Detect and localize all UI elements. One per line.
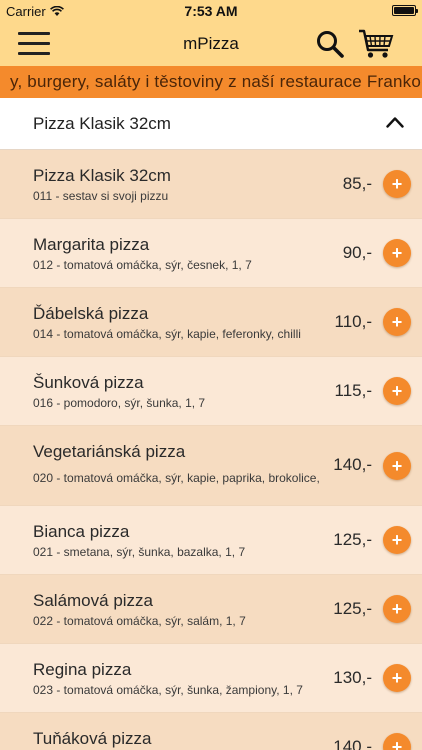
status-bar: Carrier 7:53 AM [0, 0, 422, 22]
item-name: Šunková pizza [33, 373, 144, 392]
battery-icon [392, 5, 418, 16]
item-price: 130,- [333, 668, 372, 687]
item-description: 014 - tomatová omáčka, sýr, kapie, fefer… [33, 327, 301, 341]
menu-item[interactable]: Pizza Klasik 32cm 011 - sestav si svoji … [0, 150, 422, 219]
add-to-cart-button[interactable]: + [383, 526, 411, 554]
add-to-cart-button[interactable]: + [383, 595, 411, 623]
category-title: Pizza Klasik 32cm [33, 114, 171, 133]
item-price: 140,- [333, 737, 372, 750]
item-price: 125,- [333, 599, 372, 618]
menu-item-list: Pizza Klasik 32cm 011 - sestav si svoji … [0, 150, 422, 750]
chevron-up-icon[interactable] [386, 116, 404, 128]
add-to-cart-button[interactable]: + [383, 170, 411, 198]
item-name: Ďábelská pizza [33, 304, 149, 323]
nav-bar: mPizza [0, 22, 422, 66]
item-description: 022 - tomatová omáčka, sýr, salám, 1, 7 [33, 614, 246, 628]
ticker-text: y, burgery, saláty i těstoviny z naší re… [10, 72, 421, 91]
item-price: 85,- [342, 174, 372, 193]
menu-item[interactable]: Salámová pizza 022 - tomatová omáčka, sý… [0, 575, 422, 644]
news-ticker: y, burgery, saláty i těstoviny z naší re… [0, 66, 422, 98]
add-to-cart-button[interactable]: + [383, 239, 411, 267]
status-time: 7:53 AM [184, 3, 238, 19]
item-description: 011 - sestav si svoji pizzu [33, 189, 169, 203]
cart-icon[interactable] [358, 28, 394, 60]
menu-item[interactable]: Bianca pizza 021 - smetana, sýr, šunka, … [0, 506, 422, 575]
item-description: 020 - tomatová omáčka, sýr, kapie, papri… [33, 471, 320, 485]
menu-item[interactable]: Šunková pizza 016 - pomodoro, sýr, šunka… [0, 357, 422, 426]
menu-item[interactable]: Vegetariánská pizza 020 - tomatová omáčk… [0, 426, 422, 506]
item-name: Pizza Klasik 32cm [33, 166, 171, 185]
add-to-cart-button[interactable]: + [383, 308, 411, 336]
item-price: 110,- [334, 312, 373, 331]
item-name: Vegetariánská pizza [33, 442, 186, 461]
add-to-cart-button[interactable]: + [383, 733, 411, 750]
search-icon[interactable] [316, 30, 344, 58]
menu-item[interactable]: Regina pizza 023 - tomatová omáčka, sýr,… [0, 644, 422, 713]
item-description: 021 - smetana, sýr, šunka, bazalka, 1, 7 [33, 545, 246, 559]
item-name: Bianca pizza [33, 522, 130, 541]
item-description: 012 - tomatová omáčka, sýr, česnek, 1, 7 [33, 258, 252, 272]
category-header[interactable]: Pizza Klasik 32cm [0, 98, 422, 150]
item-name: Regina pizza [33, 660, 132, 679]
item-price: 115,- [334, 381, 373, 400]
item-description: 023 - tomatová omáčka, sýr, šunka, žampi… [33, 683, 303, 697]
item-name: Tuňáková pizza [33, 729, 152, 748]
add-to-cart-button[interactable]: + [383, 377, 411, 405]
item-price: 140,- [333, 455, 372, 474]
item-name: Salámová pizza [33, 591, 154, 610]
add-to-cart-button[interactable]: + [383, 452, 411, 480]
menu-item[interactable]: Margarita pizza 012 - tomatová omáčka, s… [0, 219, 422, 288]
item-price: 125,- [333, 530, 372, 549]
menu-item[interactable]: Tuňáková pizza 140,- + [0, 713, 422, 750]
item-description: 016 - pomodoro, sýr, šunka, 1, 7 [33, 396, 206, 410]
item-price: 90,- [342, 243, 372, 262]
add-to-cart-button[interactable]: + [383, 664, 411, 692]
menu-item[interactable]: Ďábelská pizza 014 - tomatová omáčka, sý… [0, 288, 422, 357]
item-name: Margarita pizza [33, 235, 150, 254]
